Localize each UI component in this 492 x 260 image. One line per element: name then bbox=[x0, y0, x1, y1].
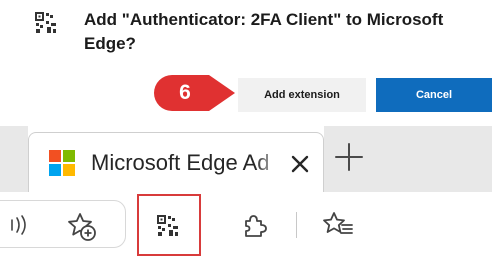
tab-strip bbox=[0, 126, 28, 192]
plus-icon[interactable] bbox=[332, 140, 366, 174]
read-aloud-icon[interactable] bbox=[8, 212, 34, 238]
browser-chrome: Microsoft Edge Ad bbox=[0, 126, 492, 260]
tab-microsoft-edge-addons[interactable]: Microsoft Edge Ad bbox=[28, 132, 324, 192]
cancel-button[interactable]: Cancel bbox=[376, 78, 492, 112]
tab-strip-end bbox=[324, 126, 492, 192]
add-extension-dialog: Add "Authenticator: 2FA Client" to Micro… bbox=[0, 0, 492, 128]
add-favorite-icon[interactable] bbox=[66, 210, 98, 242]
browser-toolbar bbox=[0, 192, 492, 260]
step-number: 6 bbox=[179, 81, 191, 104]
step-6-callout: 6 bbox=[151, 72, 237, 114]
close-icon[interactable] bbox=[289, 153, 311, 175]
microsoft-logo-icon bbox=[49, 150, 75, 176]
dialog-title: Add "Authenticator: 2FA Client" to Micro… bbox=[84, 10, 444, 53]
tab-title: Microsoft Edge Ad bbox=[91, 150, 270, 175]
extensions-puzzle-icon[interactable] bbox=[240, 212, 268, 240]
authenticator-qr-icon bbox=[35, 12, 56, 33]
add-extension-button[interactable]: Add extension bbox=[238, 78, 366, 112]
extension-highlight-box bbox=[137, 194, 201, 256]
favorites-icon[interactable] bbox=[322, 210, 354, 240]
toolbar-divider bbox=[296, 212, 297, 238]
